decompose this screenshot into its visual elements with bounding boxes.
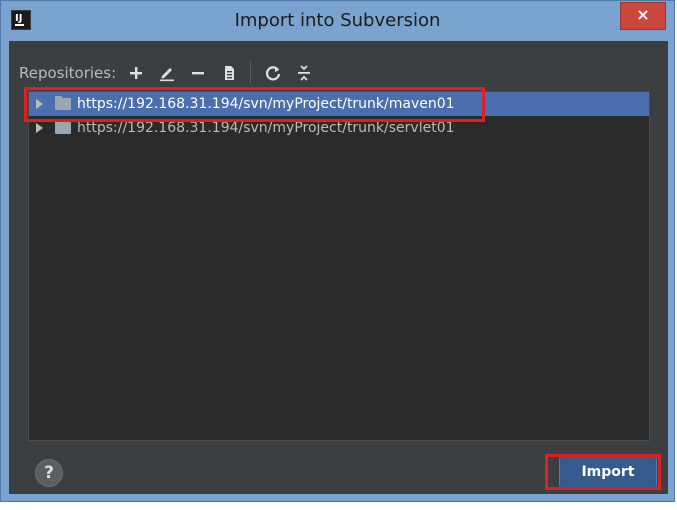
repositories-tree[interactable]: https://192.168.31.194/svn/myProject/tru…	[28, 91, 650, 441]
dialog-content: Repositories: https://192.168.31.194/svn…	[9, 41, 668, 494]
expand-arrow-icon[interactable]	[36, 123, 43, 133]
edit-icon[interactable]	[157, 62, 177, 84]
help-button[interactable]: ?	[35, 459, 63, 487]
dialog-title: Import into Subversion	[234, 10, 441, 31]
close-button[interactable]: ×	[620, 2, 666, 30]
import-button[interactable]: Import	[559, 456, 657, 488]
repository-row-maven01[interactable]: https://192.168.31.194/svn/myProject/tru…	[29, 92, 649, 116]
repository-url: https://192.168.31.194/svn/myProject/tru…	[77, 120, 455, 136]
repository-url: https://192.168.31.194/svn/myProject/tru…	[77, 96, 455, 112]
folder-icon	[55, 96, 71, 110]
repository-row-servlet01[interactable]: https://192.168.31.194/svn/myProject/tru…	[29, 116, 649, 140]
toolbar-separator	[250, 62, 252, 84]
add-icon[interactable]	[126, 62, 146, 84]
expand-arrow-icon[interactable]	[36, 99, 43, 109]
folder-icon	[55, 120, 71, 134]
remove-icon[interactable]	[188, 62, 208, 84]
refresh-icon[interactable]	[263, 62, 283, 84]
browse-icon[interactable]	[219, 62, 239, 84]
repositories-toolbar: Repositories:	[19, 61, 325, 85]
dialog-window: IJ Import into Subversion × Repositories…	[0, 0, 675, 502]
title-bar[interactable]: IJ Import into Subversion ×	[1, 1, 674, 41]
repositories-label: Repositories:	[19, 64, 117, 82]
collapse-icon[interactable]	[294, 62, 314, 84]
